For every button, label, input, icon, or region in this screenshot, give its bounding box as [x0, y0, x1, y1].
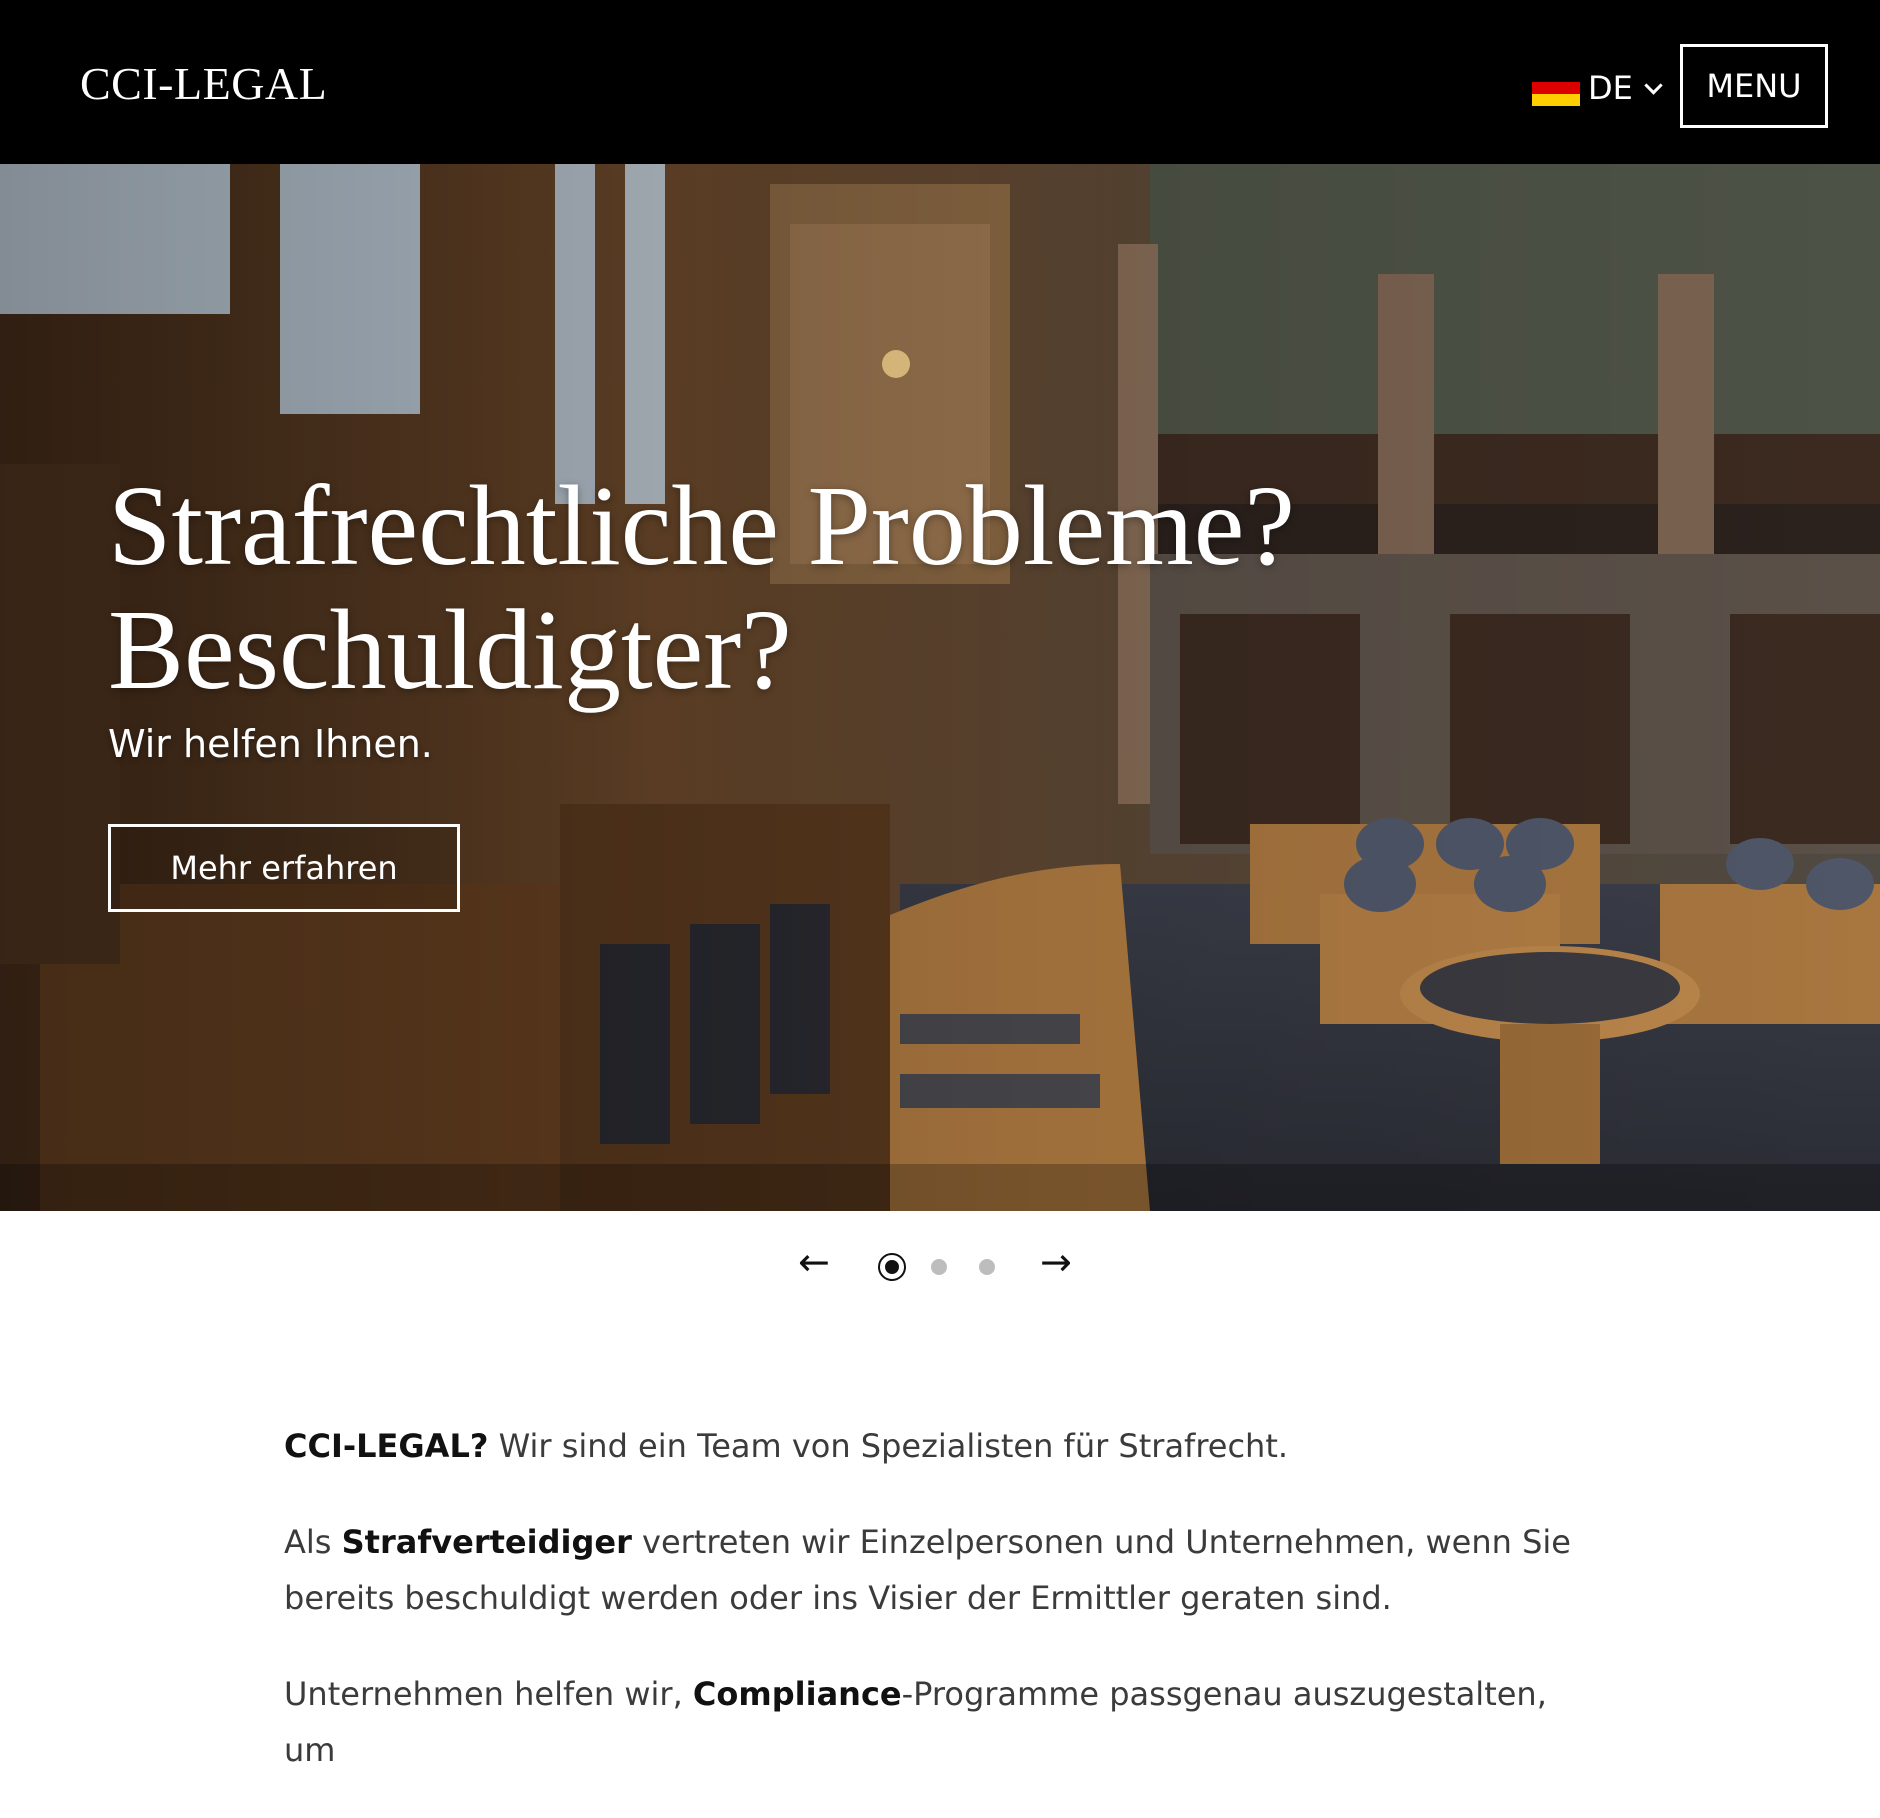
learn-more-button[interactable]: Mehr erfahren — [108, 824, 460, 912]
hero-title-line1: Strafrechtliche Probleme? — [108, 462, 1295, 589]
strafverteidiger-term: Strafverteidiger — [341, 1523, 632, 1561]
language-selector[interactable]: DE — [1532, 64, 1663, 112]
hero-title-line2: Beschuldigter? — [108, 586, 792, 713]
intro-text-2a: Als — [284, 1523, 342, 1561]
intro-paragraph-3: Unternehmen helfen wir, Compliance-Progr… — [284, 1666, 1604, 1778]
logo[interactable]: CCI-LEGAL — [80, 56, 327, 112]
menu-button[interactable]: MENU — [1680, 44, 1828, 128]
carousel-dot-3[interactable] — [979, 1259, 995, 1275]
hero-title: Strafrechtliche Probleme? Beschuldigter? — [108, 464, 1295, 712]
intro-text-1: Wir sind ein Team von Spezialisten für S… — [488, 1427, 1289, 1465]
language-label: DE — [1588, 69, 1633, 107]
intro-paragraph-1: CCI-LEGAL? Wir sind ein Team von Spezial… — [284, 1418, 1604, 1474]
intro-paragraph-2: Als Strafverteidiger vertreten wir Einze… — [284, 1514, 1604, 1626]
chevron-down-icon — [1644, 75, 1663, 95]
carousel-dot-1[interactable] — [878, 1253, 906, 1281]
hero-subtitle: Wir helfen Ihnen. — [108, 722, 433, 766]
compliance-term: Compliance — [692, 1675, 902, 1713]
intro-text-3a: Unternehmen helfen wir, — [284, 1675, 693, 1713]
intro-text: CCI-LEGAL? Wir sind ein Team von Spezial… — [284, 1418, 1604, 1818]
flag-de-icon — [1532, 70, 1580, 106]
hero-slider: Strafrechtliche Probleme? Beschuldigter?… — [0, 164, 1880, 1211]
brand-name: CCI-LEGAL? — [284, 1427, 489, 1465]
site-header: CCI-LEGAL DE MENU — [0, 0, 1880, 164]
arrow-right-icon[interactable]: → — [1040, 1240, 1072, 1284]
arrow-left-icon[interactable]: ← — [798, 1240, 830, 1284]
carousel-dot-2[interactable] — [931, 1259, 947, 1275]
